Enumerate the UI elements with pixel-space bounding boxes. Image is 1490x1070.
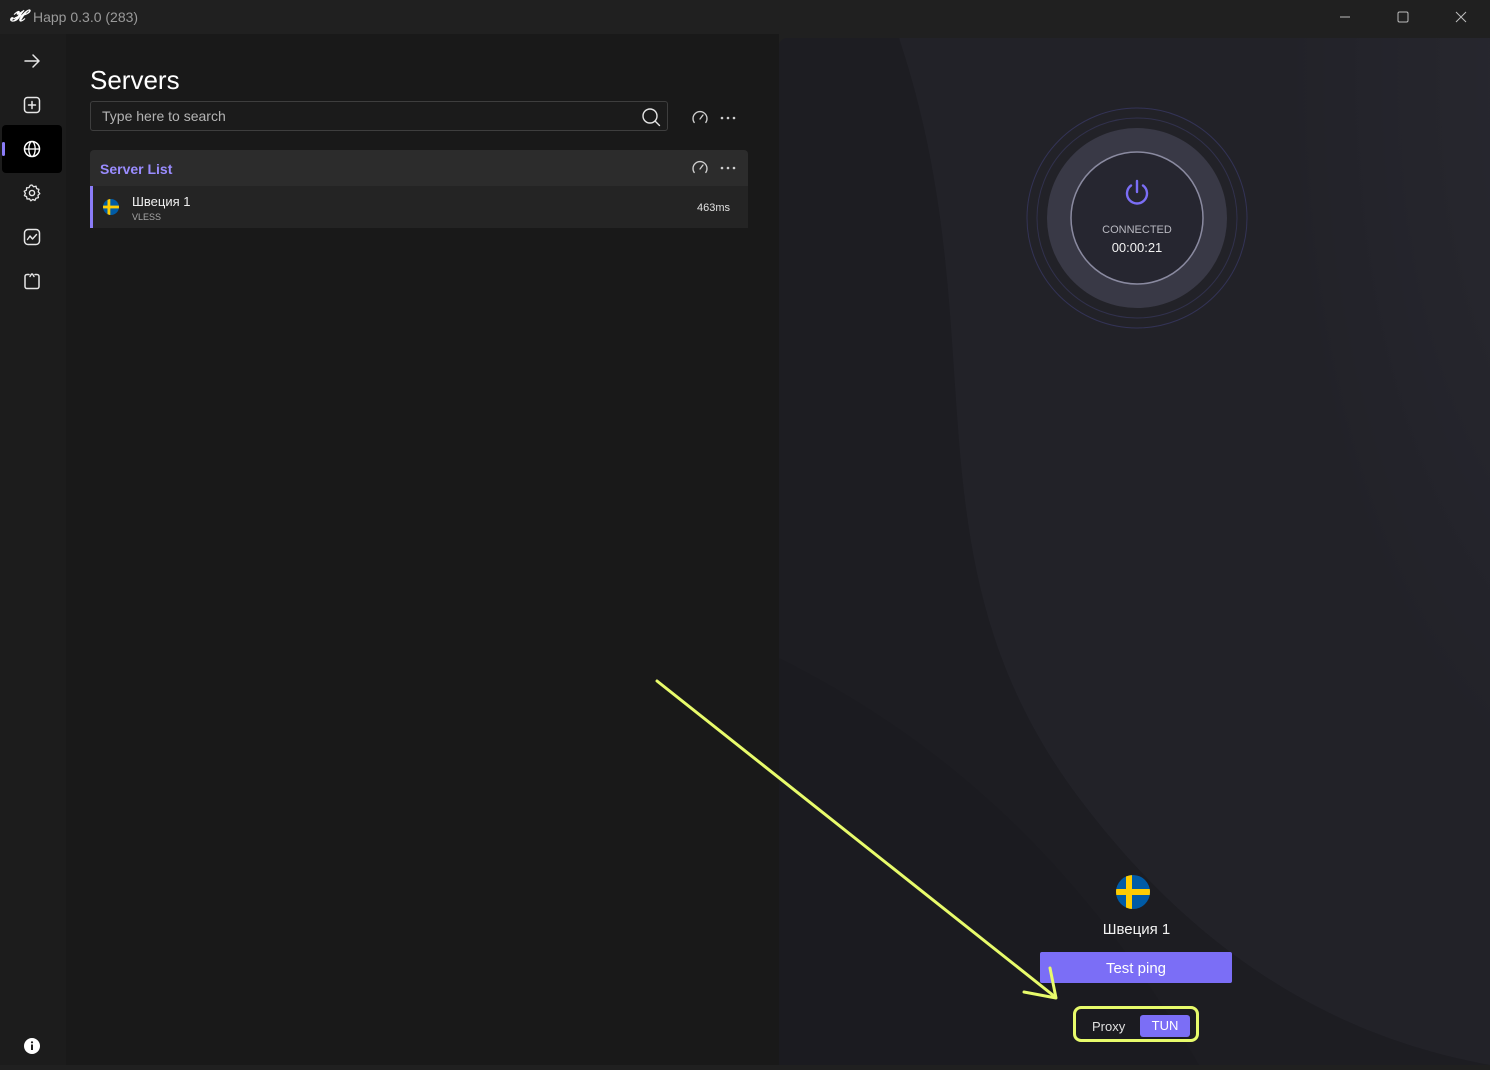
maximize-button[interactable]	[1374, 0, 1432, 34]
mode-toggle[interactable]: Proxy TUN	[1073, 1006, 1199, 1042]
sidebar-item-servers[interactable]	[2, 125, 62, 173]
server-ping: 463ms	[696, 202, 730, 214]
sidebar-item-settings[interactable]	[2, 169, 62, 217]
power-icon[interactable]	[1122, 178, 1152, 208]
happ-logo-icon: 𝓗	[10, 8, 25, 25]
sidebar-item-stats[interactable]	[2, 213, 62, 261]
clipboard-icon	[24, 273, 40, 290]
maximize-icon	[1397, 11, 1409, 23]
search-input[interactable]	[91, 102, 631, 130]
mode-proxy-option[interactable]: Proxy	[1092, 1019, 1125, 1034]
sweden-flag-icon	[1116, 875, 1150, 909]
servers-panel: Servers Server List Швеция 1 VLESS 463ms	[66, 34, 779, 1065]
selected-server-name: Швеция 1	[1102, 921, 1171, 938]
sidebar-item-add[interactable]	[2, 81, 62, 129]
power-control: CONNECTED 00:00:21	[1025, 106, 1249, 330]
search-box[interactable]	[90, 101, 668, 131]
server-group-title: Server List	[100, 161, 173, 177]
speedometer-icon	[692, 110, 708, 124]
sidebar-item-collapse[interactable]	[2, 37, 62, 85]
sidebar-item-logs[interactable]	[2, 257, 62, 305]
active-indicator	[2, 142, 5, 156]
close-icon	[1455, 11, 1467, 23]
more-options-button[interactable]	[717, 107, 739, 129]
group-more-options-button[interactable]	[717, 157, 739, 179]
globe-icon	[23, 140, 41, 158]
search-icon[interactable]	[641, 107, 661, 127]
more-horizontal-icon	[720, 166, 736, 170]
sweden-flag-icon	[103, 199, 119, 215]
chart-square-icon	[23, 228, 41, 246]
connection-timer: 00:00:21	[1111, 240, 1163, 255]
info-icon	[24, 1038, 40, 1054]
sidebar	[0, 34, 66, 1065]
server-name: Швеция 1	[132, 194, 191, 209]
plus-square-icon	[23, 96, 41, 114]
connection-status: CONNECTED	[1102, 224, 1172, 236]
test-all-ping-button[interactable]	[689, 107, 711, 129]
window-title: Happ 0.3.0 (283)	[33, 9, 139, 25]
more-horizontal-icon	[720, 116, 736, 120]
connection-panel: CONNECTED 00:00:21 Швеция 1 Test ping Pr…	[779, 38, 1490, 1065]
page-title: Servers	[90, 65, 180, 95]
arrow-right-icon	[24, 54, 40, 68]
test-ping-button[interactable]: Test ping	[1040, 952, 1232, 983]
gear-icon	[23, 184, 41, 202]
minimize-button[interactable]	[1316, 0, 1374, 34]
server-group-header[interactable]: Server List	[90, 150, 748, 186]
selected-indicator	[90, 186, 93, 228]
minimize-icon	[1340, 16, 1350, 18]
server-list-item[interactable]: Швеция 1 VLESS 463ms	[90, 186, 748, 228]
power-rings	[1026, 107, 1248, 329]
mode-tun-option[interactable]: TUN	[1140, 1015, 1190, 1037]
server-protocol: VLESS	[132, 212, 162, 222]
close-button[interactable]	[1432, 0, 1490, 34]
title-bar: 𝓗 Happ 0.3.0 (283)	[0, 0, 1490, 34]
speedometer-icon	[692, 160, 708, 174]
group-test-ping-button[interactable]	[689, 157, 711, 179]
about-button[interactable]	[2, 1022, 62, 1070]
